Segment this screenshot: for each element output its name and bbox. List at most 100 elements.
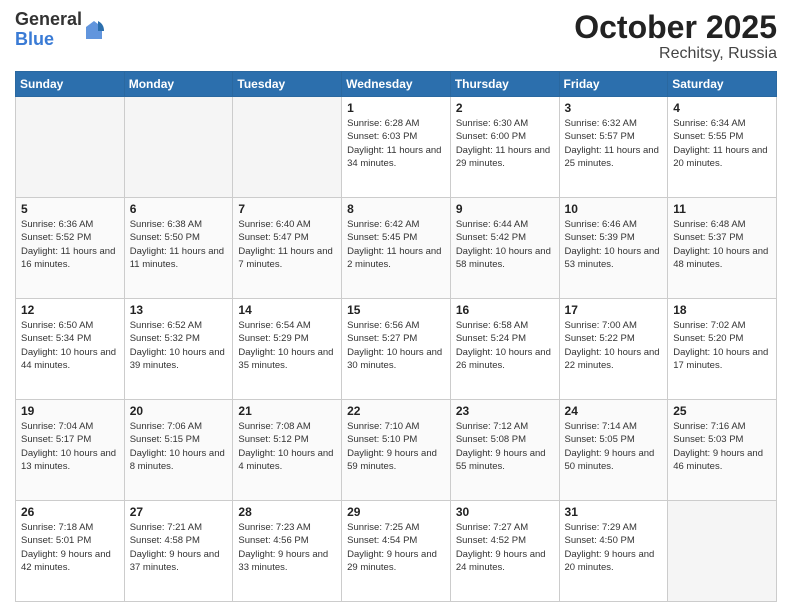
day-number: 14 xyxy=(238,303,336,317)
day-number: 3 xyxy=(565,101,663,115)
day-info: Sunrise: 7:27 AM Sunset: 4:52 PM Dayligh… xyxy=(456,521,554,574)
day-number: 20 xyxy=(130,404,228,418)
table-row: 31Sunrise: 7:29 AM Sunset: 4:50 PM Dayli… xyxy=(559,501,668,602)
table-row: 27 Sunrise: 7:21 AM Sunset: 4:58 PM Dayli… xyxy=(124,501,233,602)
day-number: 18 xyxy=(673,303,771,317)
day-info: Sunrise: 7:00 AM Sunset: 5:22 PM Dayligh… xyxy=(565,319,663,372)
table-row: 22Sunrise: 7:10 AM Sunset: 5:10 PM Dayli… xyxy=(342,400,451,501)
table-row: 25 Sunrise: 7:16 AM Sunset: 5:03 PM Dayli… xyxy=(668,400,777,501)
day-info: Sunrise: 7:16 AM Sunset: 5:03 PM Dayligh… xyxy=(673,420,771,473)
calendar-week-row: 19Sunrise: 7:04 AM Sunset: 5:17 PM Dayli… xyxy=(16,400,777,501)
logo-icon xyxy=(84,19,104,41)
table-row: 3 Sunrise: 6:32 AM Sunset: 5:57 PM Daylig… xyxy=(559,97,668,198)
day-info: Sunrise: 7:02 AM Sunset: 5:20 PM Dayligh… xyxy=(673,319,771,372)
table-row xyxy=(16,97,125,198)
title-month: October 2025 xyxy=(574,10,777,45)
header-monday: Monday xyxy=(124,72,233,97)
day-info: Sunrise: 6:48 AM Sunset: 5:37 PM Dayligh… xyxy=(673,218,771,271)
day-number: 31 xyxy=(565,505,663,519)
day-info: Sunrise: 7:06 AM Sunset: 5:15 PM Dayligh… xyxy=(130,420,228,473)
day-info: Sunrise: 6:58 AM Sunset: 5:24 PM Dayligh… xyxy=(456,319,554,372)
day-number: 23 xyxy=(456,404,554,418)
day-number: 16 xyxy=(456,303,554,317)
page: General Blue October 2025 Rechitsy, Russ… xyxy=(0,0,792,612)
day-number: 2 xyxy=(456,101,554,115)
table-row: 16 Sunrise: 6:58 AM Sunset: 5:24 PM Dayli… xyxy=(450,299,559,400)
table-row: 21 Sunrise: 7:08 AM Sunset: 5:12 PM Dayli… xyxy=(233,400,342,501)
table-row: 30Sunrise: 7:27 AM Sunset: 4:52 PM Dayli… xyxy=(450,501,559,602)
day-info: Sunrise: 6:42 AM Sunset: 5:45 PM Dayligh… xyxy=(347,218,445,271)
header: General Blue October 2025 Rechitsy, Russ… xyxy=(15,10,777,63)
day-number: 25 xyxy=(673,404,771,418)
table-row: 4Sunrise: 6:34 AM Sunset: 5:55 PM Daylig… xyxy=(668,97,777,198)
day-number: 17 xyxy=(565,303,663,317)
calendar-table: Sunday Monday Tuesday Wednesday Thursday… xyxy=(15,71,777,602)
table-row: 7 Sunrise: 6:40 AM Sunset: 5:47 PM Daylig… xyxy=(233,198,342,299)
day-number: 7 xyxy=(238,202,336,216)
day-info: Sunrise: 6:40 AM Sunset: 5:47 PM Dayligh… xyxy=(238,218,336,271)
table-row: 8 Sunrise: 6:42 AM Sunset: 5:45 PM Daylig… xyxy=(342,198,451,299)
table-row: 6Sunrise: 6:38 AM Sunset: 5:50 PM Daylig… xyxy=(124,198,233,299)
table-row: 11Sunrise: 6:48 AM Sunset: 5:37 PM Dayli… xyxy=(668,198,777,299)
header-wednesday: Wednesday xyxy=(342,72,451,97)
table-row: 24Sunrise: 7:14 AM Sunset: 5:05 PM Dayli… xyxy=(559,400,668,501)
logo-text: General Blue xyxy=(15,10,82,50)
day-info: Sunrise: 7:23 AM Sunset: 4:56 PM Dayligh… xyxy=(238,521,336,574)
table-row: 28 Sunrise: 7:23 AM Sunset: 4:56 PM Dayli… xyxy=(233,501,342,602)
title-block: October 2025 Rechitsy, Russia xyxy=(574,10,777,63)
day-info: Sunrise: 6:50 AM Sunset: 5:34 PM Dayligh… xyxy=(21,319,119,372)
table-row: 26Sunrise: 7:18 AM Sunset: 5:01 PM Dayli… xyxy=(16,501,125,602)
table-row: 29 Sunrise: 7:25 AM Sunset: 4:54 PM Dayli… xyxy=(342,501,451,602)
table-row: 1Sunrise: 6:28 AM Sunset: 6:03 PM Daylig… xyxy=(342,97,451,198)
day-info: Sunrise: 6:56 AM Sunset: 5:27 PM Dayligh… xyxy=(347,319,445,372)
table-row: 12 Sunrise: 6:50 AM Sunset: 5:34 PM Dayli… xyxy=(16,299,125,400)
calendar-week-row: 12 Sunrise: 6:50 AM Sunset: 5:34 PM Dayli… xyxy=(16,299,777,400)
calendar-week-row: 26Sunrise: 7:18 AM Sunset: 5:01 PM Dayli… xyxy=(16,501,777,602)
day-number: 15 xyxy=(347,303,445,317)
table-row: 23 Sunrise: 7:12 AM Sunset: 5:08 PM Dayli… xyxy=(450,400,559,501)
day-number: 5 xyxy=(21,202,119,216)
day-number: 12 xyxy=(21,303,119,317)
table-row: 14 Sunrise: 6:54 AM Sunset: 5:29 PM Dayli… xyxy=(233,299,342,400)
day-info: Sunrise: 6:38 AM Sunset: 5:50 PM Dayligh… xyxy=(130,218,228,271)
table-row: 20 Sunrise: 7:06 AM Sunset: 5:15 PM Dayli… xyxy=(124,400,233,501)
logo-general: General xyxy=(15,9,82,29)
table-row: 2Sunrise: 6:30 AM Sunset: 6:00 PM Daylig… xyxy=(450,97,559,198)
day-number: 19 xyxy=(21,404,119,418)
table-row: 5 Sunrise: 6:36 AM Sunset: 5:52 PM Daylig… xyxy=(16,198,125,299)
day-info: Sunrise: 7:12 AM Sunset: 5:08 PM Dayligh… xyxy=(456,420,554,473)
header-sunday: Sunday xyxy=(16,72,125,97)
day-info: Sunrise: 6:36 AM Sunset: 5:52 PM Dayligh… xyxy=(21,218,119,271)
day-number: 27 xyxy=(130,505,228,519)
day-number: 21 xyxy=(238,404,336,418)
day-info: Sunrise: 6:32 AM Sunset: 5:57 PM Dayligh… xyxy=(565,117,663,170)
table-row: 10 Sunrise: 6:46 AM Sunset: 5:39 PM Dayli… xyxy=(559,198,668,299)
day-info: Sunrise: 6:46 AM Sunset: 5:39 PM Dayligh… xyxy=(565,218,663,271)
calendar-header-row: Sunday Monday Tuesday Wednesday Thursday… xyxy=(16,72,777,97)
table-row xyxy=(124,97,233,198)
table-row: 17 Sunrise: 7:00 AM Sunset: 5:22 PM Dayli… xyxy=(559,299,668,400)
table-row: 15 Sunrise: 6:56 AM Sunset: 5:27 PM Dayli… xyxy=(342,299,451,400)
calendar-week-row: 5 Sunrise: 6:36 AM Sunset: 5:52 PM Daylig… xyxy=(16,198,777,299)
day-number: 10 xyxy=(565,202,663,216)
day-number: 8 xyxy=(347,202,445,216)
logo-blue: Blue xyxy=(15,29,54,49)
day-info: Sunrise: 6:44 AM Sunset: 5:42 PM Dayligh… xyxy=(456,218,554,271)
day-number: 29 xyxy=(347,505,445,519)
day-info: Sunrise: 7:08 AM Sunset: 5:12 PM Dayligh… xyxy=(238,420,336,473)
header-friday: Friday xyxy=(559,72,668,97)
day-info: Sunrise: 7:25 AM Sunset: 4:54 PM Dayligh… xyxy=(347,521,445,574)
header-tuesday: Tuesday xyxy=(233,72,342,97)
day-number: 28 xyxy=(238,505,336,519)
day-number: 22 xyxy=(347,404,445,418)
table-row: 9Sunrise: 6:44 AM Sunset: 5:42 PM Daylig… xyxy=(450,198,559,299)
logo: General Blue xyxy=(15,10,104,50)
table-row: 19Sunrise: 7:04 AM Sunset: 5:17 PM Dayli… xyxy=(16,400,125,501)
header-thursday: Thursday xyxy=(450,72,559,97)
day-info: Sunrise: 6:28 AM Sunset: 6:03 PM Dayligh… xyxy=(347,117,445,170)
day-info: Sunrise: 6:54 AM Sunset: 5:29 PM Dayligh… xyxy=(238,319,336,372)
day-number: 4 xyxy=(673,101,771,115)
day-number: 13 xyxy=(130,303,228,317)
calendar-week-row: 1Sunrise: 6:28 AM Sunset: 6:03 PM Daylig… xyxy=(16,97,777,198)
day-info: Sunrise: 7:21 AM Sunset: 4:58 PM Dayligh… xyxy=(130,521,228,574)
